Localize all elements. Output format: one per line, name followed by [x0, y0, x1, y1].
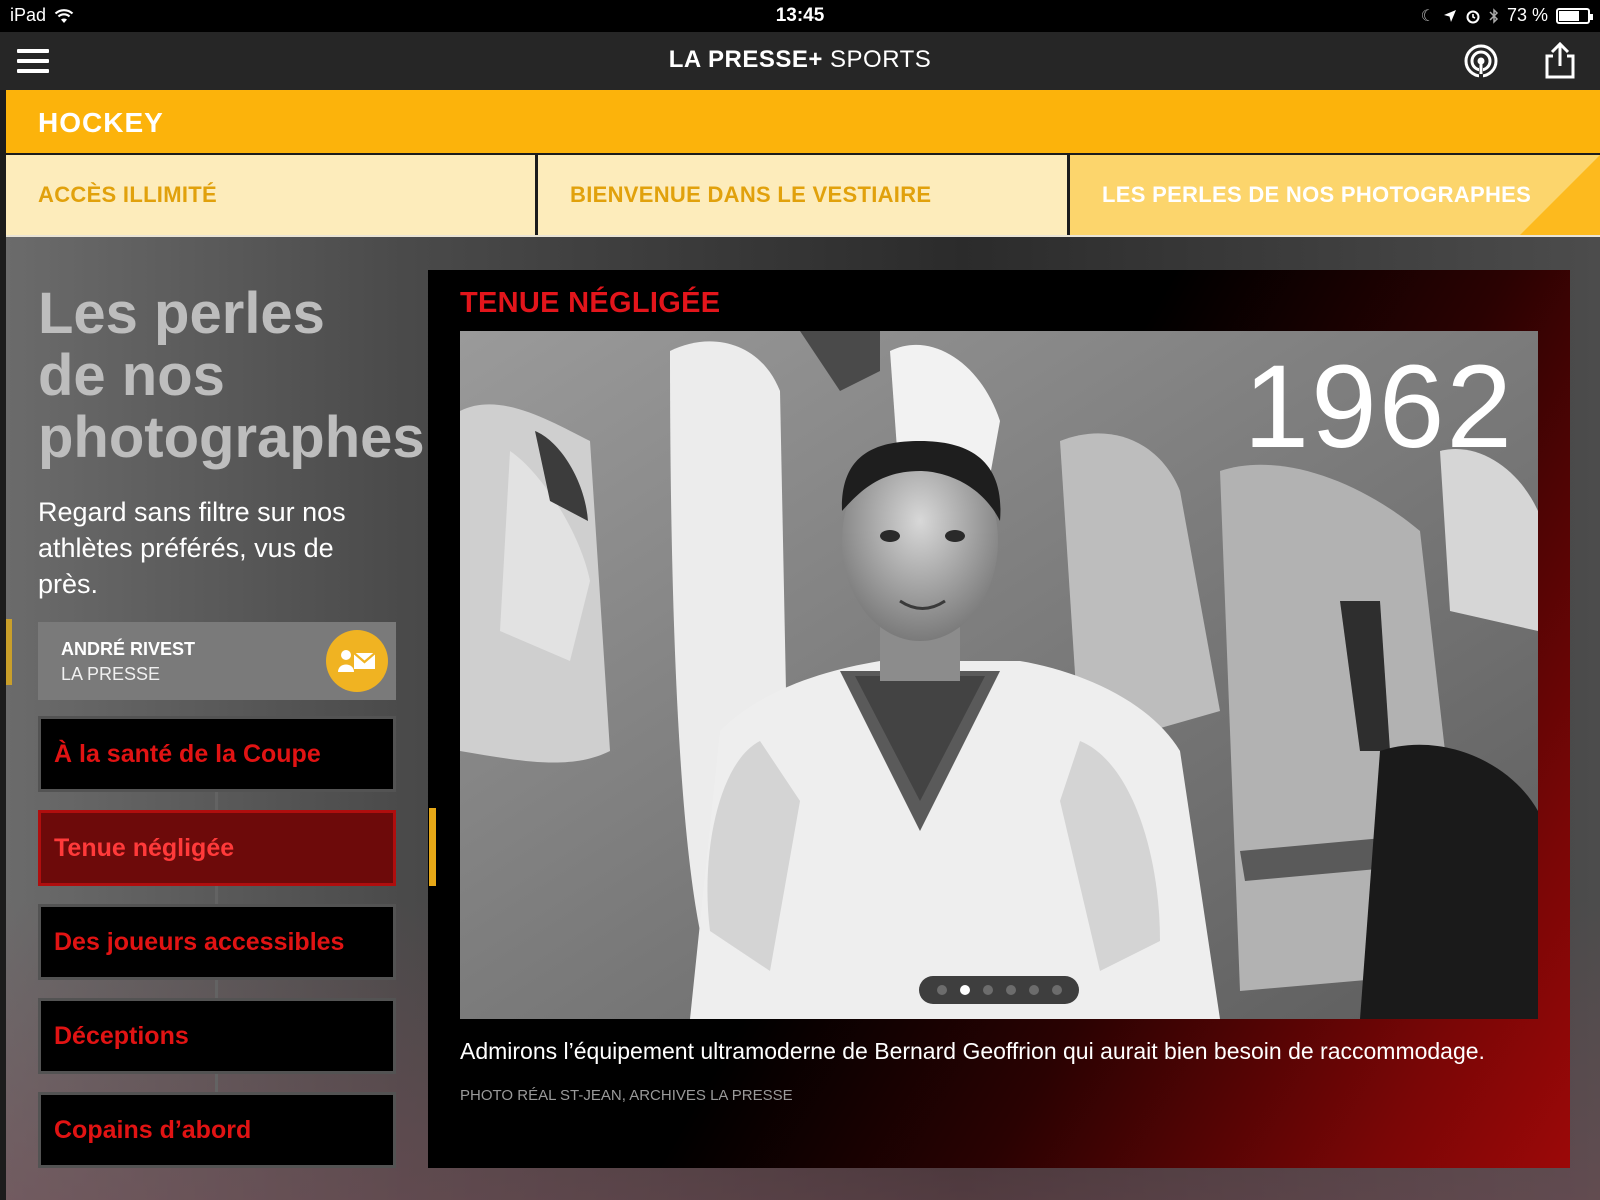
brand-main: LA PRESSE+	[668, 46, 823, 73]
status-bar: iPad 13:45 ☾ 73 %	[0, 0, 1600, 32]
nav-bar: LA PRESSE+ SPORTS	[0, 32, 1600, 90]
pager-dot[interactable]	[982, 985, 993, 995]
podcast-icon[interactable]	[1462, 42, 1500, 80]
tab-acces-illimite[interactable]: ACCÈS ILLIMITÉ	[6, 155, 535, 235]
story-item-joueurs-accessibles[interactable]: Des joueurs accessibles	[38, 904, 396, 980]
section-header: HOCKEY	[6, 90, 1600, 153]
tab-bar: ACCÈS ILLIMITÉ BIENVENUE DANS LE VESTIAI…	[6, 155, 1600, 235]
bluetooth-icon	[1489, 7, 1499, 24]
status-right: ☾ 73 %	[1420, 5, 1593, 26]
pager-dot-active[interactable]	[959, 985, 970, 995]
battery-fill	[1559, 10, 1580, 21]
contact-author-button[interactable]	[326, 630, 388, 692]
tab-bienvenue-vestiaire[interactable]: BIENVENUE DANS LE VESTIAIRE	[538, 155, 1067, 235]
pager-dot[interactable]	[1051, 985, 1062, 995]
pager-dot[interactable]	[936, 985, 947, 995]
brand-sub: SPORTS	[830, 46, 932, 73]
battery-percent: 73 %	[1506, 5, 1548, 25]
brand-logo: LA PRESSE+ SPORTS	[0, 46, 1600, 74]
panel-accent	[429, 808, 436, 886]
photo-credit: PHOTO RÉAL ST-JEAN, ARCHIVES LA PRESSE	[460, 1087, 793, 1104]
slide-pager[interactable]	[919, 976, 1079, 1004]
story-item-tenue-negligee[interactable]: Tenue négligée	[38, 810, 396, 886]
page-title: Les perles de nos photographes	[38, 281, 425, 470]
location-arrow-icon	[1443, 9, 1456, 22]
story-item-deceptions[interactable]: Déceptions	[38, 998, 396, 1074]
alarm-icon	[1466, 10, 1480, 23]
share-icon[interactable]	[1542, 42, 1578, 80]
tab-label: LES PERLES DE NOS PHOTOGRAPHES	[1102, 182, 1532, 207]
author-name: ANDRÉ RIVEST	[61, 639, 196, 659]
author-organization: LA PRESSE	[61, 664, 161, 684]
story-item-sante-coupe[interactable]: À la santé de la Coupe	[38, 716, 396, 792]
article-title: TENUE NÉGLIGÉE	[460, 287, 721, 319]
left-edge-accent	[6, 619, 12, 685]
moon-icon: ☾	[1420, 7, 1435, 25]
article-photo[interactable]: 1962	[460, 331, 1538, 1019]
page-subtitle: Regard sans filtre sur nos athlètes préf…	[38, 497, 346, 599]
tab-perles-photographes[interactable]: LES PERLES DE NOS PHOTOGRAPHES	[1070, 155, 1600, 235]
pager-dot[interactable]	[1005, 985, 1016, 995]
battery-icon	[1556, 7, 1593, 24]
author-card: ANDRÉ RIVEST LA PRESSE	[38, 622, 396, 700]
pager-dot[interactable]	[1028, 985, 1039, 995]
contact-mail-icon	[338, 650, 376, 672]
story-item-copains-abord[interactable]: Copains d’abord	[38, 1092, 396, 1168]
section-title: HOCKEY	[38, 107, 164, 138]
photo-caption: Admirons l’équipement ultramoderne de Be…	[460, 1038, 1485, 1064]
photo-year: 1962	[1243, 341, 1514, 473]
status-time: 13:45	[775, 5, 825, 26]
